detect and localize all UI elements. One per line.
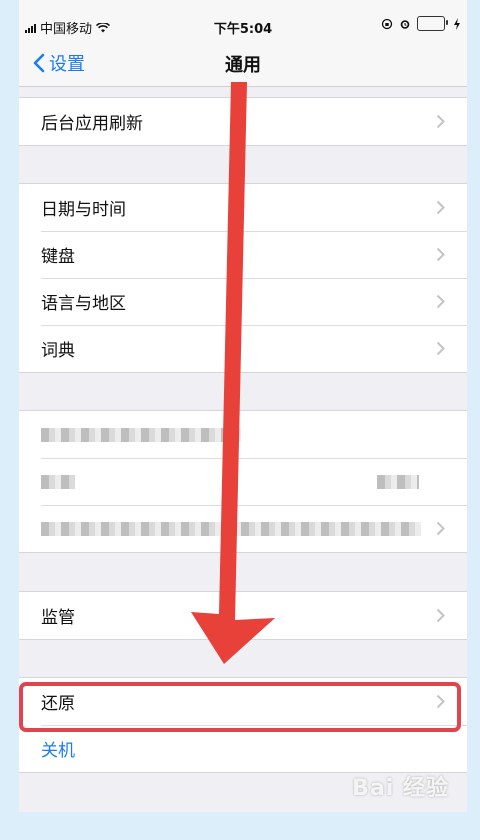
phone-screen: 中国移动 下午5:04 设置 通用 后台应用刷新 日期与时间 键盘 语言与地区 … <box>19 0 467 812</box>
red-arrow-annotation <box>191 82 275 664</box>
watermark: Bai 经验 <box>352 776 449 801</box>
